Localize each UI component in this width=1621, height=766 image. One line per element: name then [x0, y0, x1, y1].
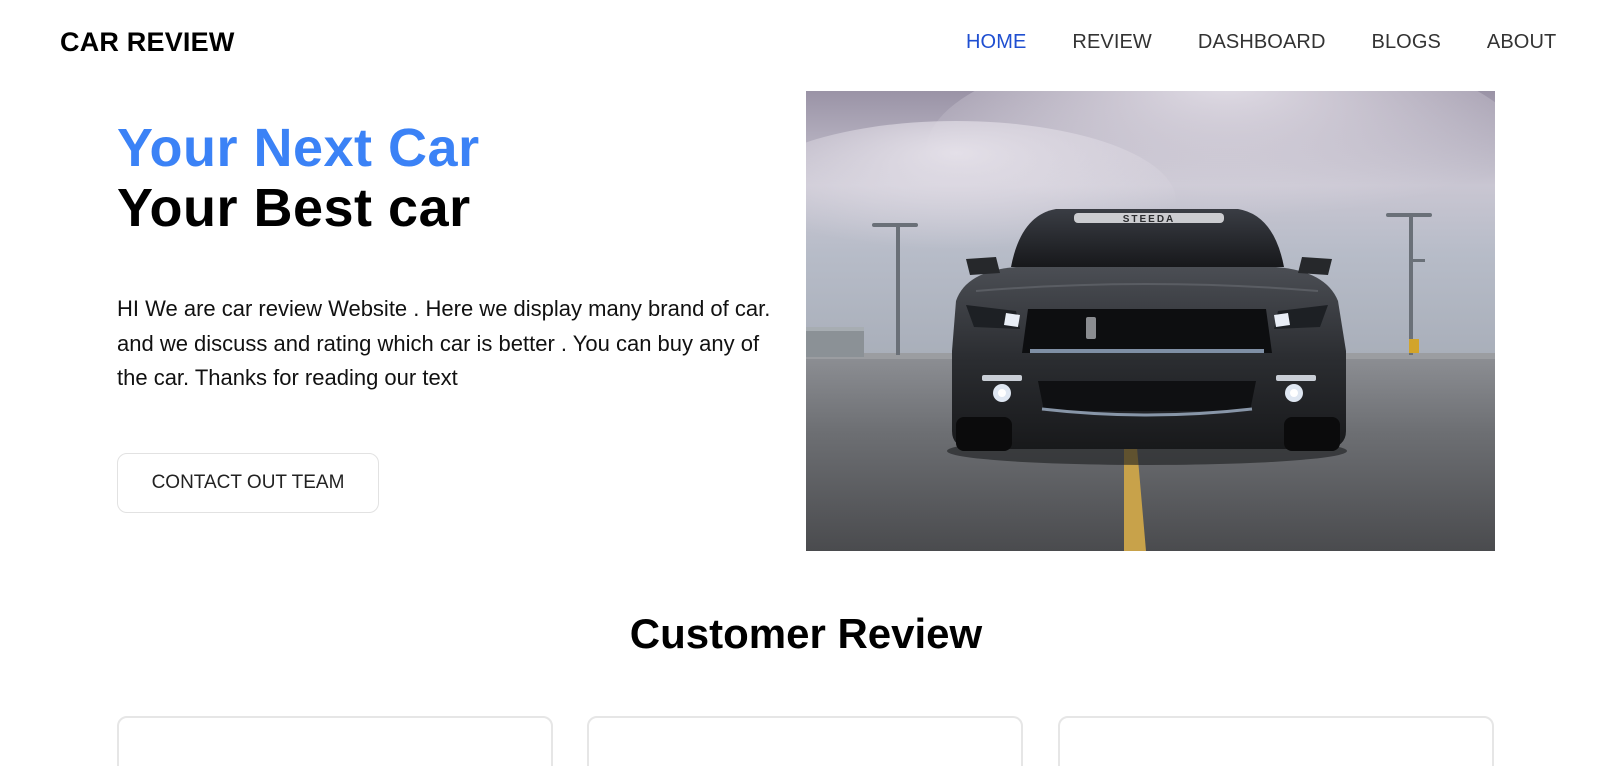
- customer-review-heading: Customer Review: [629, 610, 983, 657]
- nav-home[interactable]: HOME: [966, 31, 1026, 54]
- nav-blogs[interactable]: BLOGS: [1372, 31, 1441, 54]
- review-card[interactable]: [587, 716, 1023, 766]
- hero-title: Your Next Car Your Best car: [117, 118, 480, 238]
- review-card[interactable]: [117, 716, 553, 766]
- hero-car-image: STEEDA: [806, 91, 1495, 551]
- hero-description: HI We are car review Website . Here we d…: [117, 296, 771, 390]
- contact-team-button[interactable]: CONTACT OUT TEAM: [117, 453, 379, 513]
- windshield-banner-text: STEEDA: [1123, 214, 1176, 225]
- main-nav: HOME REVIEW DASHBOARD BLOGS ABOUT: [966, 31, 1602, 54]
- hero-title-main: Your Best car: [117, 178, 471, 238]
- page: CAR REVIEW HOME REVIEW DASHBOARD BLOGS A…: [0, 0, 1621, 766]
- nav-review[interactable]: REVIEW: [1072, 31, 1152, 54]
- nav-dashboard[interactable]: DASHBOARD: [1198, 31, 1326, 54]
- nav-about[interactable]: ABOUT: [1487, 31, 1556, 54]
- review-card[interactable]: [1058, 716, 1494, 766]
- site-logo[interactable]: CAR REVIEW: [60, 27, 235, 58]
- hero-title-highlight: Your Next Car: [117, 118, 480, 178]
